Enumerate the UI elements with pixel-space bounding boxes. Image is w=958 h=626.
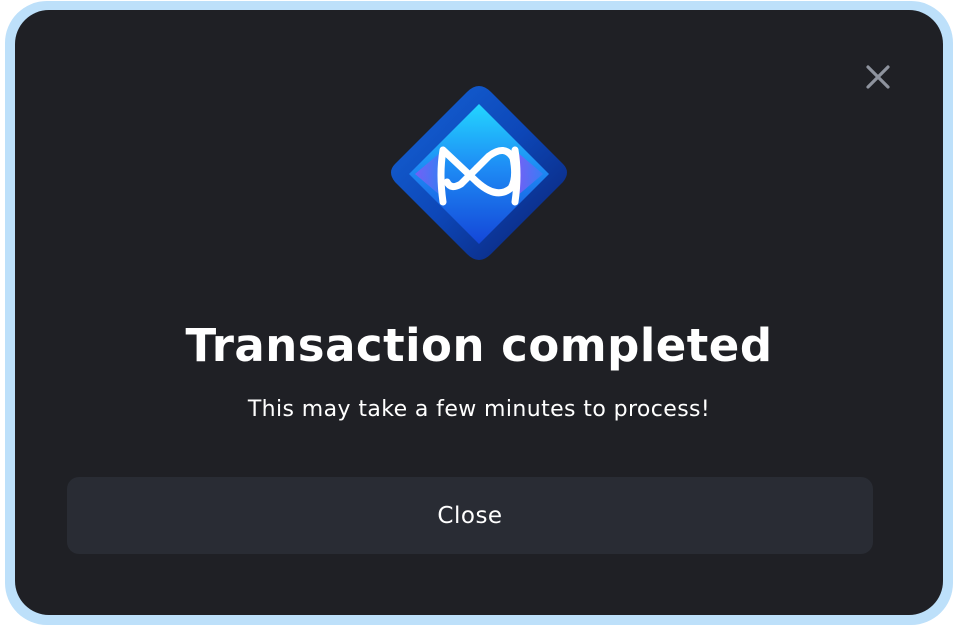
dialog-title: Transaction completed [185, 319, 773, 372]
axie-infinity-logo-icon [381, 78, 577, 274]
dialog-outer-frame: Transaction completed This may take a fe… [5, 1, 953, 625]
close-dialog-button[interactable] [863, 62, 893, 92]
close-button[interactable]: Close [67, 477, 873, 554]
transaction-dialog: Transaction completed This may take a fe… [15, 10, 943, 615]
dialog-message: This may take a few minutes to process! [247, 397, 711, 422]
close-icon [866, 65, 890, 89]
